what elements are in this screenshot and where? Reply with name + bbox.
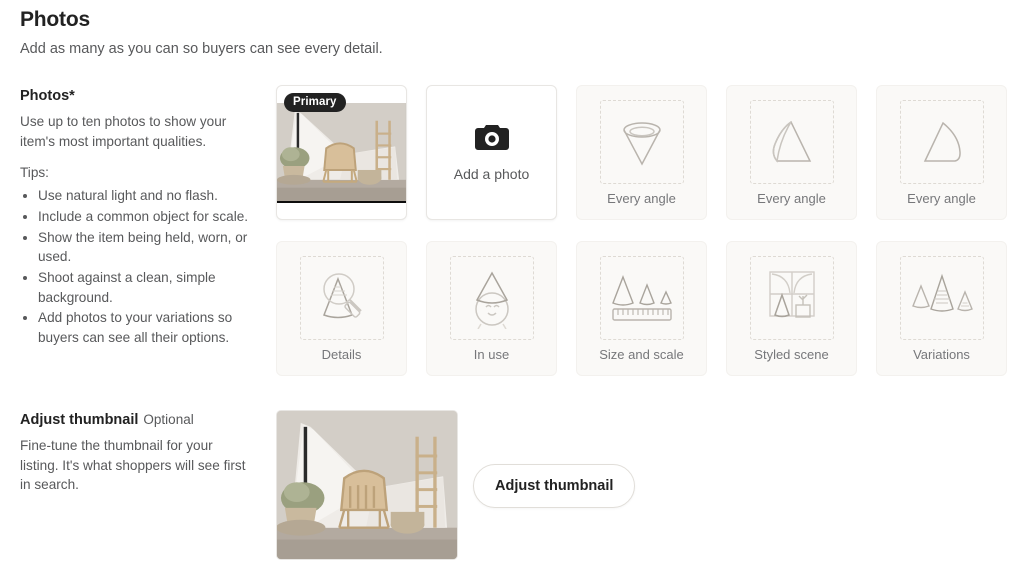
add-photo-label: Add a photo <box>453 166 530 182</box>
placeholder-tile-every-angle-1[interactable]: Every angle <box>576 85 707 220</box>
adjust-thumbnail-button[interactable]: Adjust thumbnail <box>473 464 636 508</box>
list-item: Show the item being held, worn, or used. <box>38 228 252 267</box>
thumbnail-field-info: Adjust thumbnail Optional Fine-tune the t… <box>20 412 252 495</box>
placeholder-tile-details[interactable]: Details <box>276 241 407 376</box>
tips-heading: Tips: <box>20 165 49 181</box>
placeholder-tile-size-and-scale[interactable]: Size and scale <box>576 241 707 376</box>
thumbnail-field-label: Adjust thumbnail Optional <box>20 412 252 428</box>
primary-photo-tile[interactable]: Primary <box>276 85 407 220</box>
photos-field-description: Use up to ten photos to show your item's… <box>20 114 227 149</box>
tile-label: Every angle <box>757 190 826 206</box>
cone-top-view-icon <box>615 114 669 170</box>
dashed-drop-area <box>599 99 684 184</box>
thumbnail-preview-image[interactable] <box>276 410 458 560</box>
photo-grid: Primary Add a photo Every angle Every an… <box>276 85 1007 376</box>
photos-field-info: Photos* Use up to ten photos to show you… <box>20 88 252 349</box>
window-cone-plant-icon <box>760 267 824 329</box>
list-item: Add photos to your variations so buyers … <box>38 308 252 347</box>
cone-angled-view-icon <box>765 114 819 170</box>
dashed-drop-area <box>449 255 534 340</box>
dashed-drop-area <box>299 255 384 340</box>
placeholder-tile-every-angle-2[interactable]: Every angle <box>726 85 857 220</box>
studio-scene-illustration <box>277 411 457 559</box>
camera-icon <box>474 123 509 156</box>
photos-field-label-text: Photos <box>20 88 70 104</box>
cones-ruler-icon <box>607 269 677 327</box>
tile-label: In use <box>473 346 510 362</box>
tile-label: Details <box>321 346 362 362</box>
dashed-drop-area <box>749 255 834 340</box>
tile-label: Every angle <box>907 190 976 206</box>
dashed-drop-area <box>899 255 984 340</box>
magnifier-cone-icon <box>311 269 373 327</box>
tile-label: Styled scene <box>754 346 829 362</box>
page-subtitle: Add as many as you can so buyers can see… <box>20 41 383 57</box>
tile-label: Size and scale <box>599 346 684 362</box>
page-title: Photos <box>20 8 90 31</box>
optional-marker: Optional <box>143 412 194 427</box>
tile-label: Every angle <box>607 190 676 206</box>
add-photo-button[interactable]: Add a photo <box>426 85 557 220</box>
placeholder-tile-every-angle-3[interactable]: Every angle <box>876 85 1007 220</box>
placeholder-tile-in-use[interactable]: In use <box>426 241 557 376</box>
face-party-hat-icon <box>463 267 521 329</box>
list-item: Use natural light and no flash. <box>38 186 252 206</box>
tips-list: Use natural light and no flash. Include … <box>20 186 252 348</box>
required-marker: * <box>69 88 75 104</box>
dashed-drop-area <box>599 255 684 340</box>
list-item: Include a common object for scale. <box>38 207 252 227</box>
photos-page: Photos Add as many as you can so buyers … <box>0 0 1024 582</box>
thumbnail-field-label-text: Adjust thumbnail <box>20 412 139 428</box>
placeholder-tile-variations[interactable]: Variations <box>876 241 1007 376</box>
thumbnail-field-description: Fine-tune the thumbnail for your listing… <box>20 438 246 493</box>
studio-scene-illustration <box>277 102 406 201</box>
thumbnail-preview-wrapper <box>276 410 458 560</box>
list-item: Shoot against a clean, simple background… <box>38 268 252 307</box>
status-badge: Primary <box>284 93 346 112</box>
dashed-drop-area <box>899 99 984 184</box>
photos-field-label: Photos* <box>20 88 252 104</box>
tile-label: Variations <box>913 346 970 362</box>
placeholder-tile-styled-scene[interactable]: Styled scene <box>726 241 857 376</box>
primary-photo-thumbnail <box>277 102 406 203</box>
cone-side-view-icon <box>915 114 969 170</box>
dashed-drop-area <box>749 99 834 184</box>
three-cones-icon <box>907 270 977 326</box>
